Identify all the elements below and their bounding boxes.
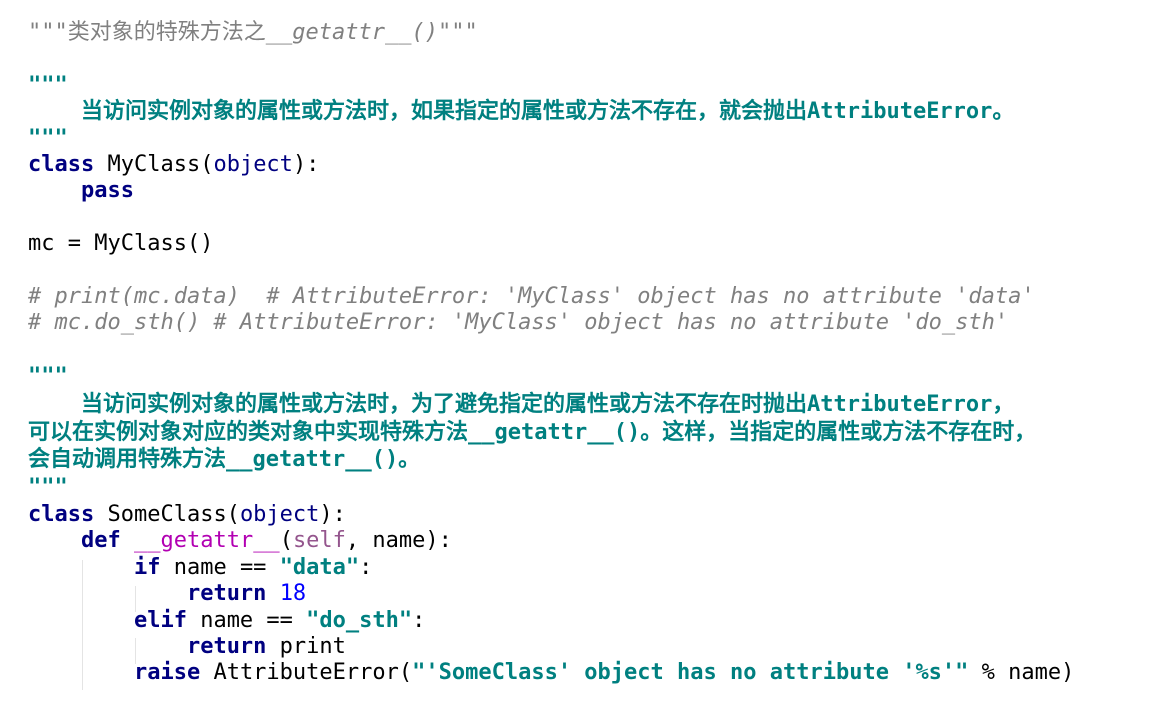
code-token: 18 <box>279 581 307 607</box>
code-line[interactable]: 会自动调用特殊方法__getattr__()。 <box>28 446 1074 474</box>
code-line[interactable]: """ <box>28 73 1074 99</box>
code-line[interactable]: # print(mc.data) # AttributeError: 'MyCl… <box>28 284 1074 310</box>
code-line[interactable]: """ <box>28 363 1074 391</box>
code-token: elif <box>133 607 187 633</box>
code-line[interactable]: return print <box>28 634 1074 660</box>
indent-guide <box>82 560 83 690</box>
code-token: "'SomeClass' object has no attribute '%s… <box>412 660 969 686</box>
code-token: name == <box>186 607 307 633</box>
code-token: % name) <box>968 660 1075 686</box>
code-line[interactable] <box>28 337 1074 363</box>
code-token: # print(mc.data) # AttributeError: 'MyCl… <box>28 283 1035 309</box>
code-token: if <box>133 554 161 580</box>
code-line[interactable]: """ <box>28 474 1074 502</box>
code-token: # mc.do_sth() # AttributeError: 'MyClass… <box>28 310 1009 336</box>
code-token: self <box>292 528 346 554</box>
code-token: "do_sth" <box>306 607 413 633</box>
code-token: ): <box>319 502 346 528</box>
code-line[interactable]: 当访问实例对象的属性或方法时，如果指定的属性或方法不存在，就会抛出Attribu… <box>28 99 1074 125</box>
code-token: raise <box>133 660 201 686</box>
code-token: 当访问实例对象的属性或方法时，为了避免指定的属性或方法不存在时抛出Attribu… <box>28 391 1015 417</box>
code-line[interactable] <box>28 205 1074 231</box>
code-line[interactable]: if name == "data": <box>28 555 1074 581</box>
code-token: name == <box>160 554 280 580</box>
code-token: : <box>359 554 373 580</box>
code-token: """ <box>28 20 68 45</box>
code-token: class <box>28 151 95 177</box>
code-token: __getattr__()""" <box>265 20 478 45</box>
code-line[interactable]: elif name == "do_sth": <box>28 608 1074 634</box>
code-token: def <box>80 528 121 554</box>
code-token: 可以在实例对象对应的类对象中实现特殊方法__getattr__()。这样，当指定… <box>28 419 1037 445</box>
code-token: SomeClass( <box>94 502 240 528</box>
code-token: 类对象的特殊方法之 <box>67 20 266 45</box>
code-token: , name): <box>345 528 452 554</box>
code-line[interactable]: # mc.do_sth() # AttributeError: 'MyClass… <box>28 310 1074 336</box>
code-line[interactable] <box>28 258 1074 284</box>
code-token: return <box>186 581 267 607</box>
indent-guide <box>135 586 136 612</box>
code-token: ): <box>292 151 320 177</box>
code-line[interactable]: def __getattr__(self, name): <box>28 528 1074 554</box>
code-line[interactable]: 当访问实例对象的属性或方法时，为了避免指定的属性或方法不存在时抛出Attribu… <box>28 391 1074 419</box>
code-editor[interactable]: """类对象的特殊方法之__getattr__()""" """ 当访问实例对象… <box>28 20 1074 687</box>
code-line[interactable]: pass <box>28 178 1074 204</box>
code-token: : <box>412 607 426 633</box>
code-token: object <box>239 502 320 528</box>
code-token: """ <box>28 72 68 98</box>
code-line[interactable]: class SomeClass(object): <box>28 502 1074 528</box>
code-line[interactable] <box>28 46 1074 72</box>
code-token: 会自动调用特殊方法__getattr__()。 <box>28 447 421 473</box>
code-token: """ <box>28 364 68 390</box>
code-token: print <box>266 634 346 660</box>
code-line[interactable]: raise AttributeError("'SomeClass' object… <box>28 660 1074 686</box>
code-token: __getattr__ <box>133 528 280 554</box>
code-token: "data" <box>279 554 360 580</box>
code-token: 当访问实例对象的属性或方法时，如果指定的属性或方法不存在，就会抛出Attribu… <box>28 99 1015 125</box>
code-line[interactable]: 可以在实例对象对应的类对象中实现特殊方法__getattr__()。这样，当指定… <box>28 419 1074 447</box>
code-token: class <box>28 502 95 528</box>
code-token: object <box>213 151 293 177</box>
code-line[interactable]: return 18 <box>28 581 1074 607</box>
code-token: ( <box>279 528 293 554</box>
code-token: MyClass( <box>94 151 214 177</box>
code-token: AttributeError( <box>200 660 413 686</box>
code-token: pass <box>80 178 134 204</box>
code-line[interactable]: mc = MyClass() <box>28 231 1074 257</box>
code-token: """ <box>28 125 68 151</box>
indent-guide <box>135 638 136 664</box>
code-token: mc = MyClass() <box>28 231 214 257</box>
code-token: return <box>186 634 267 660</box>
code-token: """ <box>28 475 68 501</box>
code-line[interactable]: """ <box>28 126 1074 152</box>
code-line[interactable]: class MyClass(object): <box>28 152 1074 178</box>
code-line[interactable]: """类对象的特殊方法之__getattr__()""" <box>28 20 1074 46</box>
